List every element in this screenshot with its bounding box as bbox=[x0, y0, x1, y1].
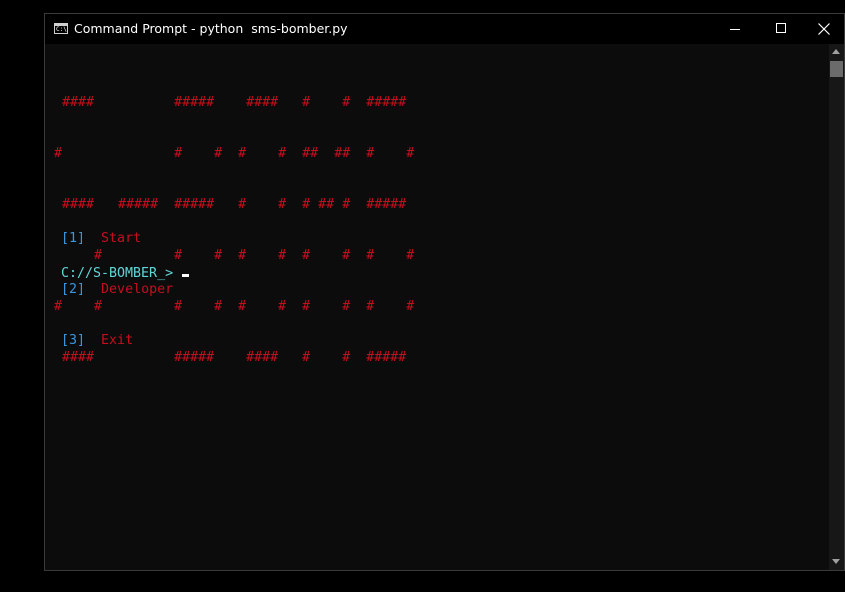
banner-line: # # # # # ## ## # # bbox=[54, 146, 415, 161]
menu-label: Developer bbox=[101, 282, 174, 297]
menu-label: Start bbox=[101, 231, 142, 246]
scroll-up-arrow-icon[interactable] bbox=[832, 49, 840, 54]
scroll-down-arrow-icon[interactable] bbox=[832, 559, 840, 564]
console-output[interactable]: #### ##### #### # # ##### # # # # # ## #… bbox=[45, 44, 829, 570]
title-bar[interactable]: C:\ Command Prompt - python sms-bomber.p… bbox=[45, 14, 844, 44]
minimize-icon bbox=[730, 29, 740, 30]
menu-item-start: [1] Start bbox=[61, 230, 173, 247]
cmd-icon[interactable]: C:\ bbox=[54, 23, 68, 34]
menu-key: [3] bbox=[61, 333, 86, 348]
text-cursor bbox=[182, 274, 190, 277]
command-prompt-line[interactable]: C://S-BOMBER_> bbox=[61, 265, 190, 282]
prompt-text: C://S-BOMBER_> bbox=[61, 266, 182, 281]
menu-item-developer: [2] Developer bbox=[61, 281, 173, 298]
maximize-icon bbox=[776, 23, 786, 33]
menu-list: [1] Start [2] Developer [3] Exit bbox=[61, 196, 173, 383]
banner-line: #### ##### #### # # ##### bbox=[54, 95, 407, 110]
menu-label: Exit bbox=[101, 333, 134, 348]
scrollbar-thumb[interactable] bbox=[830, 61, 843, 77]
minimize-button[interactable] bbox=[712, 14, 758, 44]
maximize-button[interactable] bbox=[758, 14, 804, 44]
close-button[interactable] bbox=[804, 14, 844, 44]
menu-key: [1] bbox=[61, 231, 86, 246]
command-prompt-window: C:\ Command Prompt - python sms-bomber.p… bbox=[44, 13, 845, 571]
menu-item-exit: [3] Exit bbox=[61, 332, 173, 349]
vertical-scrollbar[interactable] bbox=[829, 44, 844, 570]
close-icon bbox=[818, 23, 830, 35]
menu-key: [2] bbox=[61, 282, 86, 297]
cmd-icon-text: C:\ bbox=[56, 26, 67, 33]
window-title: Command Prompt - python sms-bomber.py bbox=[74, 21, 348, 36]
